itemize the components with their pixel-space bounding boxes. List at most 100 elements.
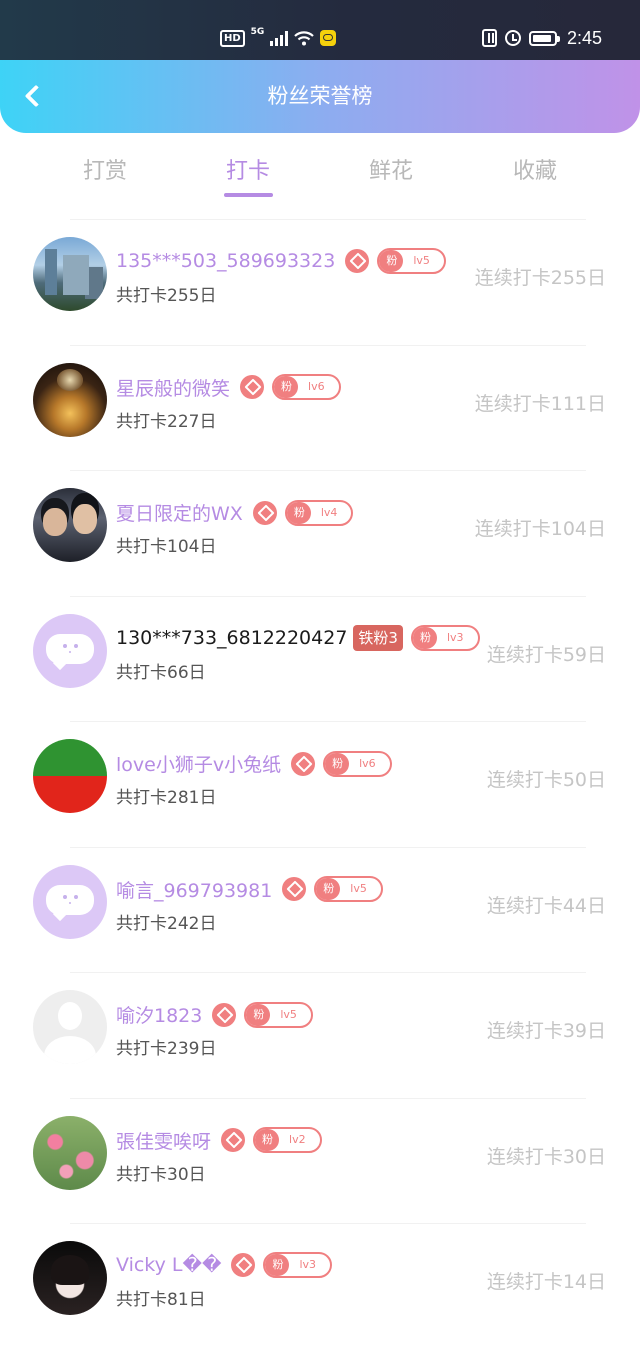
wifi-icon: [294, 31, 315, 46]
total-checkins: 共打卡281日: [116, 788, 217, 808]
diamond-icon: [212, 1002, 237, 1027]
fan-level-badge: 粉 lv2: [253, 1127, 322, 1153]
user-name-row: love小狮子v小兔纸 粉 lv6: [116, 750, 392, 777]
fan-tag: 粉: [246, 1003, 271, 1026]
avatar[interactable]: [33, 739, 107, 813]
fan-tag: 粉: [265, 1254, 290, 1276]
list-item[interactable]: 星辰般的微笑 粉 lv6 共打卡227日 连续打卡111日: [0, 344, 640, 471]
list-item[interactable]: 喻言_969793981 粉 lv5 共打卡242日 连续打卡44日: [0, 846, 640, 973]
user-name: 130***733_6812220427: [116, 626, 348, 649]
app-notification-icon: [320, 30, 337, 46]
status-right-icons: 2:45: [481, 24, 602, 52]
active-tab-indicator: [224, 193, 273, 197]
divider: [70, 1097, 586, 1099]
fan-tag: 粉: [286, 501, 311, 524]
streak-checkins: 连续打卡39日: [486, 1020, 606, 1042]
diamond-icon: [282, 877, 307, 901]
divider: [70, 470, 586, 471]
fan-level-badge: 粉 lv4: [284, 499, 354, 526]
avatar[interactable]: [33, 1241, 107, 1315]
chat-bubble-icon: [63, 643, 67, 648]
clock: 2:45: [566, 27, 602, 48]
list-item[interactable]: 130***733_6812220427 铁粉3 粉 lv3 共打卡66日 连续打…: [0, 595, 640, 722]
streak-checkins: 连续打卡59日: [486, 643, 606, 666]
streak-checkins: 连续打卡111日: [474, 392, 606, 415]
list-item[interactable]: 135***503_589693323 粉 lv5 共打卡255日 连续打卡255…: [0, 219, 640, 345]
fan-tag: 粉: [255, 1129, 280, 1151]
divider: [70, 846, 586, 848]
user-name-row: 喻汐1823 粉 lv5: [116, 1001, 313, 1028]
user-name: 135***503_589693323: [116, 250, 336, 272]
avatar[interactable]: [33, 362, 107, 437]
fan-level-badge: 粉 lv6: [323, 750, 392, 777]
iron-fan-badge: 铁粉3: [353, 624, 403, 651]
total-checkins: 共打卡81日: [116, 1290, 206, 1310]
user-name: 喻汐1823: [116, 1005, 203, 1027]
alarm-icon: [504, 30, 521, 46]
total-checkins: 共打卡227日: [116, 411, 217, 432]
fan-tag: 粉: [379, 250, 404, 272]
tab-tips[interactable]: 打赏: [50, 153, 160, 185]
fan-level-badge: 粉 lv5: [377, 248, 446, 274]
avatar[interactable]: [33, 1115, 107, 1190]
user-name: 喻言_969793981: [116, 879, 273, 902]
user-name: 星辰般的微笑: [116, 377, 231, 400]
divider: [70, 1223, 586, 1224]
tab-flowers[interactable]: 鲜花: [336, 153, 446, 185]
total-checkins: 共打卡104日: [116, 537, 217, 557]
total-checkins: 共打卡242日: [116, 913, 217, 934]
total-checkins: 共打卡255日: [116, 286, 217, 306]
list-item[interactable]: 張佳雯唉呀 粉 lv2 共打卡30日 连续打卡30日: [0, 1097, 640, 1224]
list-item[interactable]: 喻汐1823 粉 lv5 共打卡239日 连续打卡39日: [0, 972, 640, 1098]
battery-icon: [528, 30, 560, 46]
diamond-icon: [252, 500, 277, 525]
user-name-row: 130***733_6812220427 铁粉3 粉 lv3: [116, 624, 480, 651]
list-item[interactable]: Vicky L�� 粉 lv3 共打卡81日 连续打卡14日: [0, 1223, 640, 1349]
streak-checkins: 连续打卡255日: [474, 267, 606, 289]
list-item[interactable]: 夏日限定的WX 粉 lv4 共打卡104日 连续打卡104日: [0, 470, 640, 596]
fan-level-badge: 粉 lv5: [244, 1001, 313, 1028]
avatar[interactable]: [33, 488, 107, 562]
fan-level: lv3: [299, 1258, 317, 1271]
streak-checkins: 连续打卡104日: [474, 518, 606, 540]
list-item[interactable]: love小狮子v小兔纸 粉 lv6 共打卡281日 连续打卡50日: [0, 721, 640, 847]
user-name-row: 135***503_589693323 粉 lv5: [116, 248, 446, 274]
chat-bubble-icon: [63, 894, 67, 899]
fan-tag: 粉: [316, 878, 341, 900]
diamond-icon: [240, 375, 265, 399]
diamond-icon: [221, 1128, 246, 1152]
tab-favorites[interactable]: 收藏: [480, 153, 590, 185]
fan-level-badge: 粉 lv3: [263, 1252, 333, 1278]
fan-level-badge: 粉 lv3: [410, 624, 480, 651]
fan-level: lv5: [350, 882, 367, 895]
user-name: 張佳雯唉呀: [116, 1130, 212, 1153]
avatar[interactable]: [33, 613, 107, 688]
user-name-row: 張佳雯唉呀 粉 lv2: [116, 1127, 322, 1154]
fan-level: lv5: [280, 1007, 297, 1021]
fan-level: lv6: [308, 380, 325, 393]
user-name-row: Vicky L�� 粉 lv3: [116, 1252, 333, 1278]
app-header: 粉丝荣誉榜: [0, 60, 640, 133]
tab-checkin[interactable]: 打卡: [193, 153, 303, 185]
divider: [70, 219, 586, 220]
divider: [70, 972, 586, 973]
fan-level: lv6: [359, 756, 376, 770]
page-title: 粉丝荣誉榜: [267, 84, 373, 108]
diamond-icon: [345, 249, 370, 273]
divider: [70, 344, 586, 346]
divider: [70, 721, 586, 722]
signal-icon: [270, 30, 289, 46]
status-left-icons: HD 5G: [220, 24, 337, 52]
fan-list: 135***503_589693323 粉 lv5 共打卡255日 连续打卡255…: [0, 219, 640, 1349]
status-bar: HD 5G 2:45: [0, 0, 640, 60]
total-checkins: 共打卡30日: [116, 1164, 206, 1185]
user-name-row: 星辰般的微笑 粉 lv6: [116, 374, 341, 401]
streak-checkins: 连续打卡44日: [486, 894, 606, 917]
diamond-icon: [231, 1253, 256, 1277]
avatar[interactable]: [33, 990, 107, 1064]
avatar[interactable]: [33, 237, 107, 311]
network-type: 5G: [250, 27, 265, 37]
avatar[interactable]: [33, 864, 107, 939]
nfc-icon: [481, 29, 497, 47]
user-name-row: 喻言_969793981 粉 lv5: [116, 876, 383, 903]
